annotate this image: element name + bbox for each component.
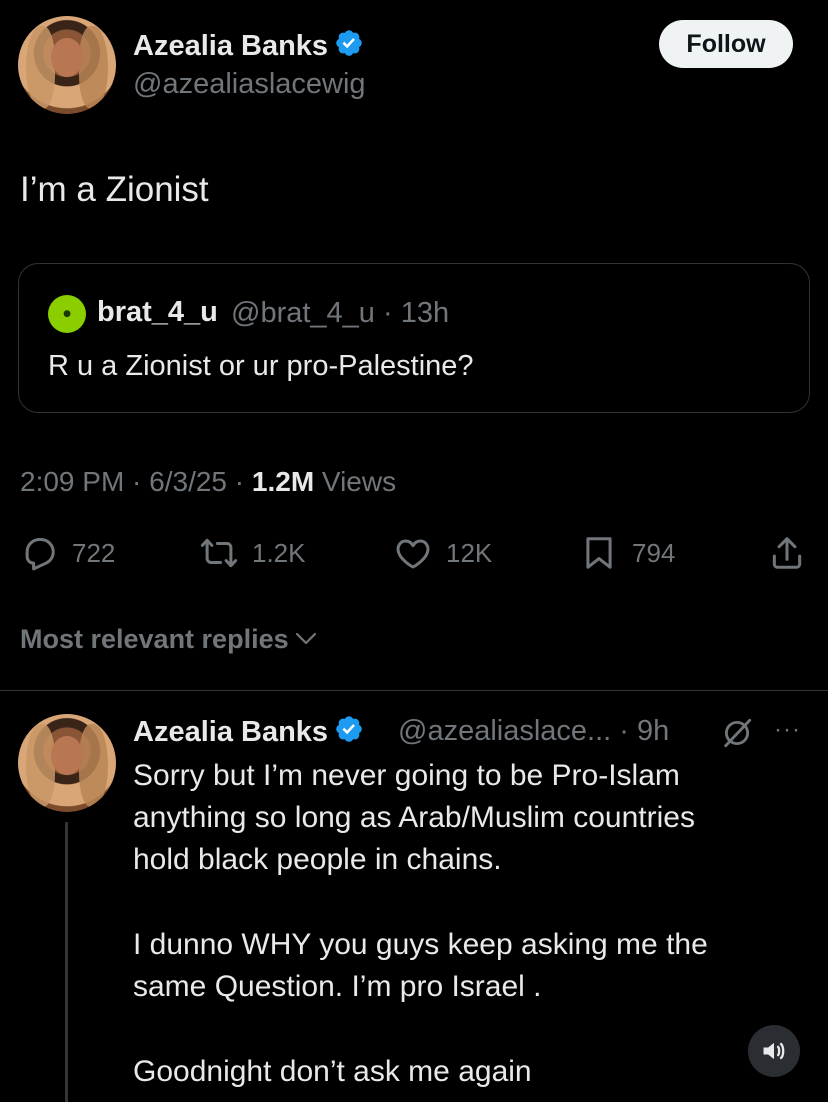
verified-badge-icon <box>336 716 362 742</box>
quoted-tweet-text: R u a Zionist or ur pro-Palestine? <box>48 350 474 382</box>
author-name-text[interactable]: Azealia Banks <box>133 30 328 62</box>
divider <box>0 690 828 691</box>
bookmark-count: 794 <box>632 537 676 568</box>
tweet-text: I’m a Zionist <box>20 170 209 209</box>
reply-icon <box>25 538 55 571</box>
quoted-author-avatar[interactable]: ● <box>48 295 86 333</box>
views-count: 1.2M <box>251 466 315 497</box>
thread-line <box>65 822 68 1102</box>
bookmark-button[interactable]: 794 <box>580 533 675 573</box>
reply-text-line: Sorry but I’m never going to be Pro-Isla… <box>133 759 680 792</box>
grok-icon[interactable] <box>720 716 754 750</box>
reply-text-line: I dunno WHY you guys keep asking me the <box>133 928 708 961</box>
reply-text-line: same Question. I’m pro Israel . <box>133 970 542 1003</box>
like-count: 12K <box>446 537 493 568</box>
replies-sort-dropdown[interactable]: Most relevant replies <box>20 624 317 655</box>
like-icon <box>396 539 430 569</box>
verified-badge-icon <box>336 30 362 56</box>
author-name[interactable]: Azealia Banks <box>133 28 364 63</box>
share-icon <box>772 537 802 569</box>
reply-text-line: Goodnight don’t ask me again <box>133 1055 532 1088</box>
reply-author-avatar[interactable] <box>18 714 116 812</box>
reply-handle-time[interactable]: @azealiaslace... · 9h <box>398 715 669 748</box>
repost-count: 1.2K <box>252 537 306 568</box>
reply-button[interactable]: 722 <box>20 533 115 573</box>
views-label: Views <box>314 466 397 497</box>
like-button[interactable]: 12K <box>394 533 492 573</box>
author-handle[interactable]: @azealiaslacewig <box>133 68 366 101</box>
bookmark-icon <box>586 537 612 569</box>
reply-author-name-text[interactable]: Azealia Banks <box>133 716 328 748</box>
follow-button[interactable]: Follow <box>659 20 793 68</box>
repost-icon <box>200 538 238 568</box>
author-avatar[interactable] <box>18 16 116 114</box>
reply-count: 722 <box>72 537 116 568</box>
share-button[interactable] <box>768 533 806 573</box>
timestamp[interactable]: 2:09 PM · 6/3/25 · <box>20 466 252 497</box>
quoted-author-name[interactable]: brat_4_u <box>97 296 218 329</box>
more-options-icon[interactable]: ··· <box>774 716 801 744</box>
sound-toggle-button[interactable] <box>748 1025 800 1077</box>
reply-text-line: hold black people in chains. <box>133 843 502 876</box>
sound-icon <box>763 1042 785 1060</box>
sort-label-text: Most relevant replies <box>20 624 289 654</box>
repost-button[interactable]: 1.2K <box>200 533 306 573</box>
tweet-meta: 2:09 PM · 6/3/25 · 1.2M Views <box>20 466 396 498</box>
quoted-handle-time[interactable]: @brat_4_u · 13h <box>231 297 449 330</box>
quoted-tweet-card[interactable]: ● brat_4_u @brat_4_u · 13h R u a Zionist… <box>18 263 810 413</box>
reply-text-line: anything so long as Arab/Muslim countrie… <box>133 801 695 834</box>
chevron-down-icon <box>295 632 316 645</box>
reply-author-name[interactable]: Azealia Banks <box>133 714 364 749</box>
